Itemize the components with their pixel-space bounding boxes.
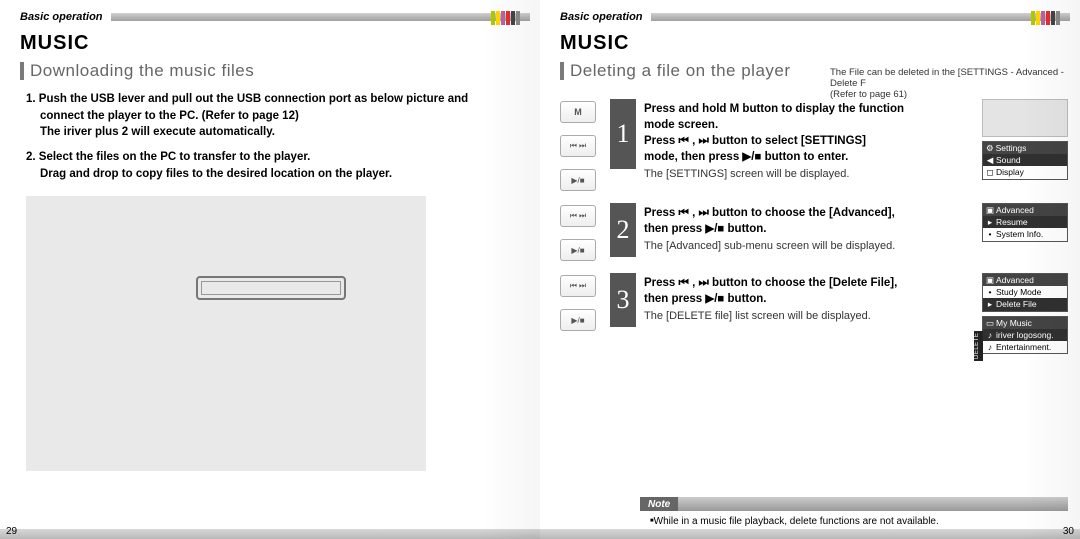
- playstop-button-icon: ▶/■: [560, 309, 596, 331]
- page-header: Basic operation: [20, 8, 530, 26]
- screenshot-placeholder: [26, 196, 426, 471]
- para1-line2: connect the player to the PC. (Refer to …: [40, 108, 530, 125]
- para2-line1: 2. Select the files on the PC to transfe…: [26, 151, 310, 163]
- step-number-3: 3: [610, 273, 636, 327]
- delete-tab-label: DELETE: [974, 331, 983, 361]
- subheading: Downloading the music files: [20, 61, 530, 81]
- subhead-text: Deleting a file on the player: [570, 61, 791, 81]
- button-col: ⏮⏭ ▶/■: [560, 203, 602, 261]
- section-title: MUSIC: [20, 32, 530, 55]
- footer-rule: [0, 529, 540, 539]
- para1-line1: 1. Push the USB lever and pull out the U…: [26, 93, 468, 105]
- step-number-1: 1: [610, 99, 636, 169]
- footer-rule: [540, 529, 1080, 539]
- m-button-icon: M: [560, 101, 596, 123]
- step-1-text: Press and hold M button to display the f…: [644, 99, 974, 183]
- note-label: Note: [640, 497, 678, 511]
- vbar-icon: [20, 62, 24, 80]
- header-rule: [651, 13, 1070, 21]
- step-3-text: Press ⏮ , ⏭ button to choose the [Delete…: [644, 273, 974, 325]
- header-category: Basic operation: [20, 11, 103, 23]
- button-col: ⏮⏭ ▶/■: [560, 273, 602, 331]
- playstop-button-icon: ▶/■: [560, 169, 596, 191]
- subhead-text: Downloading the music files: [30, 61, 254, 81]
- section-title: MUSIC: [560, 32, 1070, 55]
- header-category: Basic operation: [560, 11, 643, 23]
- para2-line2: Drag and drop to copy files to the desir…: [40, 166, 530, 183]
- step-3: ⏮⏭ ▶/■ 3 Press ⏮ , ⏭ button to choose th…: [560, 273, 1070, 358]
- step-number-2: 2: [610, 203, 636, 257]
- rew-fwd-button-icon: ⏮⏭: [560, 275, 596, 297]
- page-number: 29: [6, 526, 17, 537]
- step-1: M ⏮⏭ ▶/■ 1 Press and hold M button to di…: [560, 99, 1070, 191]
- playstop-button-icon: ▶/■: [560, 239, 596, 261]
- step-2-text: Press ⏮ , ⏭ button to choose the [Advanc…: [644, 203, 974, 255]
- rew-fwd-button-icon: ⏮⏭: [560, 205, 596, 227]
- para1-line3: The iriver plus 2 will execute automatic…: [40, 124, 530, 141]
- note-text: While in a music file playback, delete f…: [650, 516, 939, 527]
- header-rule: [111, 13, 530, 21]
- step-2: ⏮⏭ ▶/■ 2 Press ⏮ , ⏭ button to choose th…: [560, 203, 1070, 261]
- instruction-block: 1. Push the USB lever and pull out the U…: [26, 91, 530, 182]
- rew-fwd-button-icon: ⏮⏭: [560, 135, 596, 157]
- note-bar: Note: [640, 497, 1068, 511]
- button-col: M ⏮⏭ ▶/■: [560, 99, 602, 191]
- vbar-icon: [560, 62, 564, 80]
- usb-slot-illustration: [196, 276, 346, 300]
- page-header: Basic operation: [560, 8, 1070, 26]
